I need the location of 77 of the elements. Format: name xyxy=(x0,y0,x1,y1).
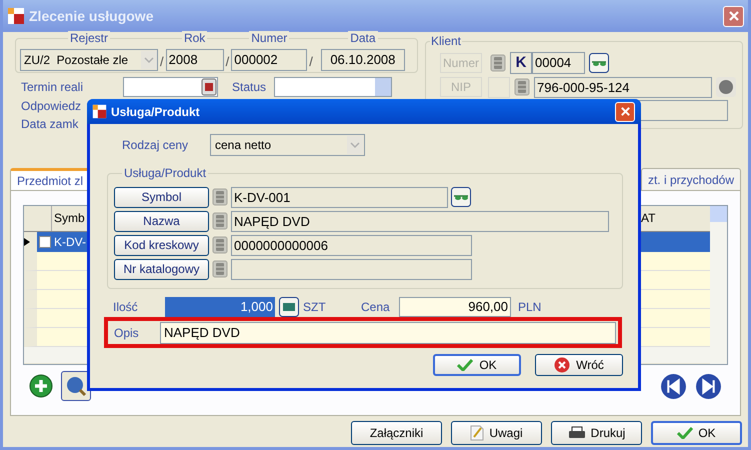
quantity-field[interactable]: 1,000 xyxy=(165,297,275,317)
note-icon xyxy=(470,424,484,440)
calendar-icon[interactable] xyxy=(201,78,218,96)
price-type-select[interactable]: cena netto xyxy=(210,134,365,156)
separator: / xyxy=(160,53,164,71)
date-field[interactable] xyxy=(123,76,218,96)
row-checkbox[interactable] xyxy=(38,236,50,248)
first-record-icon[interactable] xyxy=(660,372,687,400)
readonly-field: 06.10.2008 xyxy=(320,49,405,71)
close-icon xyxy=(728,10,740,22)
app-icon xyxy=(7,7,25,25)
prefix-box: K xyxy=(510,52,532,74)
register-select[interactable]: ZU/2 Pozostałe zle xyxy=(20,49,158,71)
lookup-field: 0000000000006 xyxy=(231,234,472,256)
empty-box xyxy=(488,76,510,98)
group-title: Usługa/Produkt xyxy=(123,165,208,182)
dialog-button[interactable]: OK xyxy=(433,354,521,376)
calculator-icon[interactable] xyxy=(279,297,299,317)
readonly-field: 000002 xyxy=(231,49,308,71)
readonly-field: 2008 xyxy=(166,49,224,71)
group-title: Klient xyxy=(430,33,462,50)
check-icon xyxy=(677,426,694,438)
column-label: Rejestr xyxy=(68,31,110,46)
db-icon[interactable] xyxy=(212,188,228,206)
field-label: Ilość xyxy=(113,299,139,316)
separator: / xyxy=(226,53,230,71)
table-cell-text: K-DV- xyxy=(53,234,86,251)
db-icon[interactable] xyxy=(212,236,228,254)
field-label: Status xyxy=(232,78,266,96)
db-icon[interactable] xyxy=(212,260,228,278)
price-field[interactable]: 960,00 xyxy=(399,297,511,317)
unit-label: SZT xyxy=(303,299,327,316)
lookup-button[interactable]: Symbol xyxy=(114,186,209,208)
lookup-button[interactable]: Kod kreskowy xyxy=(114,234,209,256)
printer-icon xyxy=(568,426,586,440)
nip-field: 796-000-95-124 xyxy=(534,76,712,98)
separator: / xyxy=(309,53,313,71)
currency-label: PLN xyxy=(518,299,542,316)
cancel-icon xyxy=(554,357,570,373)
footer-button[interactable]: Drukuj xyxy=(551,420,642,444)
glasses-icon[interactable] xyxy=(451,187,471,207)
lookup-button[interactable]: Nazwa xyxy=(114,210,209,232)
client-number-field: 00004 xyxy=(532,52,585,74)
close-button[interactable] xyxy=(723,6,744,26)
tab[interactable]: zt. i przychodów xyxy=(640,168,741,190)
lookup-field: NAPĘD DVD xyxy=(231,210,609,232)
db-icon[interactable] xyxy=(514,78,530,96)
column-header: AT xyxy=(640,210,656,227)
lookup-button[interactable]: Nr katalogowy xyxy=(114,258,209,280)
vertical-scrollbar[interactable] xyxy=(710,206,727,364)
window-title: Zlecenie usługowe xyxy=(29,6,154,26)
plus-icon[interactable] xyxy=(29,374,53,398)
dialog-button[interactable]: Wróć xyxy=(535,354,623,376)
close-button[interactable] xyxy=(615,102,635,122)
row-pointer-icon xyxy=(24,238,30,246)
search-button[interactable] xyxy=(61,371,91,401)
check-icon xyxy=(457,359,474,371)
field-label: Cena xyxy=(361,299,391,316)
description-field[interactable]: NAPĘD DVD xyxy=(160,322,616,344)
status-select[interactable] xyxy=(274,76,392,96)
dialog-title: Usługa/Produkt xyxy=(111,104,200,120)
last-record-icon[interactable] xyxy=(695,372,722,400)
footer-button[interactable]: Uwagi xyxy=(451,420,542,444)
field-label: Termin reali xyxy=(21,78,84,96)
lookup-field: K-DV-001 xyxy=(231,186,448,208)
close-icon xyxy=(620,106,630,117)
db-icon[interactable] xyxy=(490,54,506,72)
footer-button[interactable]: Załączniki xyxy=(351,420,442,444)
field-label: Rodzaj ceny xyxy=(122,137,190,154)
app-icon xyxy=(92,104,107,119)
field-label: Odpowiedz xyxy=(21,98,82,114)
field-label: Opis xyxy=(114,324,140,342)
search-icon xyxy=(65,375,87,397)
db-icon[interactable] xyxy=(212,212,228,230)
footer-button[interactable]: OK xyxy=(651,420,742,444)
field-label: Data zamk xyxy=(21,116,78,132)
glasses-icon[interactable] xyxy=(589,53,609,73)
